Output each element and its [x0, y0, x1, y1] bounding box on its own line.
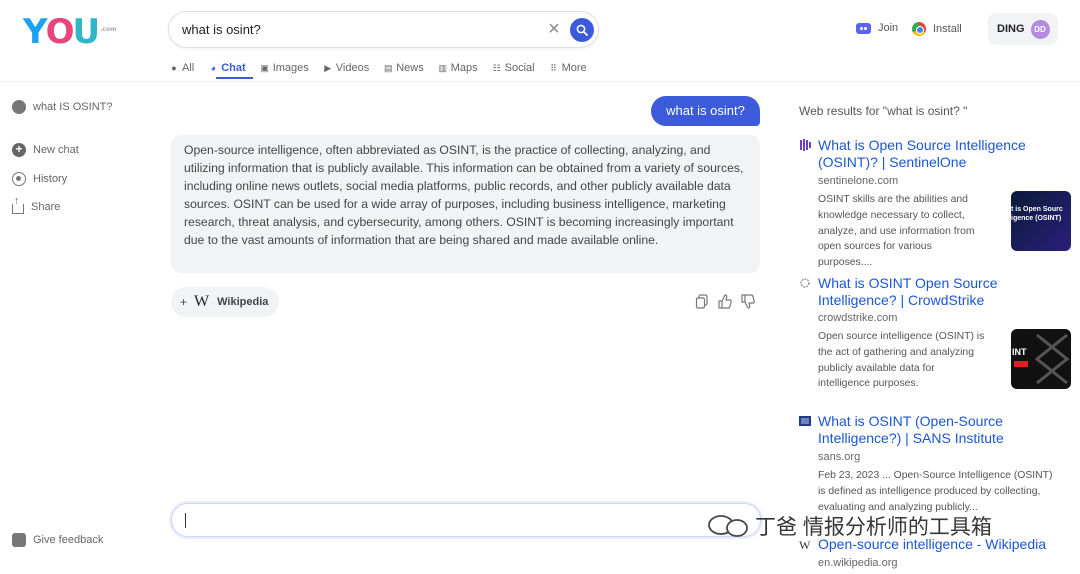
search-bar[interactable]: what is osint? ×: [168, 11, 599, 48]
avatar: DD: [1030, 19, 1050, 39]
result-title[interactable]: What is Open Source Intelligence (OSINT)…: [818, 137, 1076, 171]
wikipedia-icon: W: [194, 293, 210, 310]
tab-news[interactable]: ▤ News: [383, 60, 424, 76]
share-icon: [12, 195, 24, 214]
red-label-shape: [1014, 361, 1028, 367]
result-domain: en.wikipedia.org: [818, 557, 898, 569]
share-button[interactable]: Share: [12, 195, 60, 214]
history-button[interactable]: History: [12, 172, 67, 186]
videos-icon: ▶: [324, 63, 332, 73]
assistant-answer: Open-source intelligence, often abbrevia…: [171, 135, 760, 273]
source-chip-wikipedia[interactable]: + W Wikipedia: [171, 287, 279, 317]
you-logo[interactable]: YOU .com: [23, 10, 116, 52]
join-discord-link[interactable]: Join: [856, 22, 898, 34]
plus-icon: [12, 142, 26, 157]
wechat-icon: [708, 515, 748, 537]
sidebar-current-chat[interactable]: what IS OSINT?: [12, 100, 112, 114]
clear-icon[interactable]: ×: [545, 19, 563, 39]
chat-bubble-icon: [12, 100, 26, 114]
result-thumbnail[interactable]: INT: [1011, 329, 1071, 389]
web-result: What is OSINT Open Source Intelligence? …: [799, 275, 1079, 395]
user-menu[interactable]: DING DD: [988, 13, 1058, 45]
search-button[interactable]: [570, 18, 594, 42]
watermark: 丁爸 情报分析师的工具箱: [707, 511, 992, 541]
expand-plus-icon: +: [180, 295, 188, 309]
result-domain: sans.org: [818, 451, 861, 463]
discord-icon: [856, 22, 871, 34]
sans-icon: [799, 416, 811, 426]
install-extension-link[interactable]: Install: [912, 22, 962, 36]
result-thumbnail[interactable]: t is Open Sourc igence (OSINT): [1011, 191, 1071, 251]
tab-videos[interactable]: ▶ Videos: [323, 60, 369, 76]
chat-icon: ◕: [210, 63, 216, 73]
sentinelone-icon: [800, 139, 811, 151]
web-result: What is Open Source Intelligence (OSINT)…: [799, 137, 1079, 268]
chat-input[interactable]: [171, 503, 761, 537]
more-grid-icon: ⠿: [550, 63, 557, 73]
result-snippet: Feb 23, 2023 ... Open-Source Intelligenc…: [818, 470, 1053, 513]
tab-chat[interactable]: ◕ Chat: [208, 60, 246, 76]
thumbs-up-button[interactable]: [718, 294, 732, 309]
result-domain: sentinelone.com: [818, 175, 899, 187]
history-icon: [12, 172, 26, 186]
header-divider: [0, 81, 1080, 82]
search-icon: [576, 24, 588, 36]
web-results-heading: Web results for "what is osint? ": [799, 104, 968, 118]
result-title[interactable]: What is OSINT (Open-Source Intelligence?…: [818, 413, 1076, 447]
user-name: DING: [997, 23, 1025, 35]
tab-social[interactable]: ☷ Social: [492, 60, 535, 76]
thumbs-up-icon: [718, 294, 732, 309]
user-message-bubble: what is osint?: [651, 96, 760, 126]
give-feedback-button[interactable]: Give feedback: [12, 533, 103, 547]
copy-button[interactable]: [695, 294, 709, 309]
result-snippet: Open source intelligence (OSINT) is the …: [818, 331, 985, 390]
tab-more[interactable]: ⠿ More: [549, 60, 586, 76]
copy-icon: [695, 294, 708, 309]
thumbs-down-icon: [741, 294, 755, 309]
new-chat-button[interactable]: New chat: [12, 142, 79, 157]
tab-images[interactable]: ▣ Images: [260, 60, 308, 76]
social-icon: ☷: [492, 63, 501, 73]
web-result: What is OSINT (Open-Source Intelligence?…: [799, 413, 1079, 523]
feedback-icon: [12, 533, 26, 547]
result-domain: crowdstrike.com: [818, 312, 898, 324]
news-icon: ▤: [383, 63, 393, 73]
maps-icon: ▥: [438, 63, 447, 73]
text-cursor: [185, 513, 186, 528]
thumbs-down-button[interactable]: [741, 294, 755, 309]
images-icon: ▣: [260, 63, 269, 73]
result-title[interactable]: What is OSINT Open Source Intelligence? …: [818, 275, 1076, 309]
search-tabs: ● All ◕ Chat ▣ Images ▶ Videos ▤ News ▥ Maps ☷…: [169, 60, 601, 76]
crowdstrike-icon: [800, 278, 810, 288]
chrome-icon: [912, 22, 926, 36]
web-result: W Open-source intelligence - Wikipedia e…: [799, 536, 1079, 574]
thumbnail-graphic: [1035, 333, 1069, 385]
result-snippet: OSINT skills are the abilities and knowl…: [818, 194, 975, 269]
tab-all[interactable]: ● All: [169, 60, 194, 76]
tab-maps[interactable]: ▥ Maps: [438, 60, 477, 76]
active-tab-indicator: [216, 77, 253, 79]
all-icon: ●: [171, 63, 177, 73]
search-input[interactable]: what is osint?: [182, 22, 261, 37]
